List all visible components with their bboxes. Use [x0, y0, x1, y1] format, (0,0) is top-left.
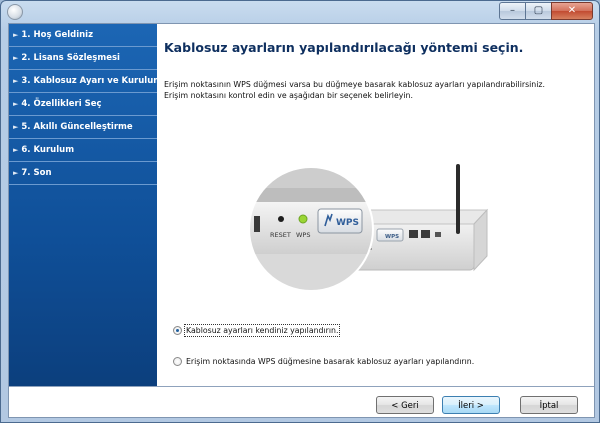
- sidebar-item-smart-update: ► 5. Akıllı Güncelleştirme: [9, 116, 157, 139]
- sidebar-item-wireless-setup: ► 3. Kablosuz Ayarı ve Kurulumu: [9, 70, 168, 93]
- next-button[interactable]: İleri >: [442, 396, 500, 414]
- option-wps-setup[interactable]: Erişim noktasında WPS düğmesine basarak …: [173, 357, 474, 366]
- main-panel: Kablosuz ayarların yapılandırılacağı yön…: [157, 24, 594, 386]
- arrow-icon: ►: [13, 169, 19, 177]
- cancel-button[interactable]: İptal: [520, 396, 578, 414]
- sidebar-item-label: 6. Kurulum: [21, 145, 75, 155]
- sidebar-item-select-features: ► 4. Özellikleri Seç: [9, 93, 157, 116]
- sidebar-item-label: 2. Lisans Sözleşmesi: [21, 53, 120, 63]
- option-manual-setup[interactable]: Kablosuz ayarları kendiniz yapılandırın.: [173, 324, 341, 337]
- sidebar-item-install: ► 6. Kurulum: [9, 139, 157, 162]
- sidebar-item-label: 3. Kablosuz Ayarı ve Kurulumu: [21, 76, 169, 86]
- sidebar-item-label: 7. Son: [21, 168, 52, 178]
- sidebar-item-label: 4. Özellikleri Seç: [21, 99, 102, 109]
- sidebar-item-label: 5. Akıllı Güncelleştirme: [21, 122, 133, 132]
- installer-window: – ▢ ✕ ► 1. Hoş Geldiniz ► 2. Lisans Sözleş…: [0, 0, 600, 423]
- wps-button-label: WPS: [336, 218, 359, 228]
- radio-manual-setup[interactable]: [173, 326, 182, 335]
- back-button[interactable]: < Geri: [376, 396, 434, 414]
- router-antenna: [456, 164, 460, 234]
- wps-router-illustration: WPS WPS RESET WPS: [249, 164, 489, 292]
- arrow-icon: ►: [13, 100, 19, 108]
- steps-sidebar: ► 1. Hoş Geldiniz ► 2. Lisans Sözleşmesi ►…: [9, 24, 168, 386]
- arrow-icon: ►: [13, 146, 19, 154]
- description-line-2: Erişim noktasını kontrol edin ve aşağıda…: [164, 91, 413, 100]
- sidebar-item-license: ► 2. Lisans Sözleşmesi: [9, 47, 157, 70]
- button-bar: < Geri İleri > İptal: [9, 387, 594, 417]
- reset-label: RESET: [270, 231, 291, 239]
- sidebar-item-welcome: ► 1. Hoş Geldiniz: [9, 24, 157, 47]
- arrow-icon: ►: [13, 54, 19, 62]
- maximize-button[interactable]: ▢: [525, 2, 551, 20]
- page-title: Kablosuz ayarların yapılandırılacağı yön…: [164, 40, 524, 55]
- window-controls: – ▢ ✕: [499, 2, 593, 20]
- option-manual-setup-label: Kablosuz ayarları kendiniz yapılandırın.: [183, 324, 341, 337]
- wps-led-label: WPS: [296, 231, 310, 239]
- arrow-icon: ►: [13, 31, 19, 39]
- close-button[interactable]: ✕: [551, 2, 593, 20]
- description: Erişim noktasının WPS düğmesi varsa bu d…: [164, 79, 589, 101]
- sidebar-item-label: 1. Hoş Geldiniz: [21, 30, 94, 40]
- app-icon: [7, 4, 23, 20]
- title-bar[interactable]: – ▢ ✕: [1, 1, 599, 21]
- arrow-icon: ►: [13, 123, 19, 131]
- minimize-button[interactable]: –: [499, 2, 525, 20]
- router-wps-button-label: WPS: [385, 234, 399, 240]
- description-line-1: Erişim noktasının WPS düğmesi varsa bu d…: [164, 80, 545, 89]
- arrow-icon: ►: [13, 77, 19, 85]
- installer-content: ► 1. Hoş Geldiniz ► 2. Lisans Sözleşmesi ►…: [8, 23, 595, 418]
- option-wps-setup-label: Erişim noktasında WPS düğmesine basarak …: [186, 357, 475, 366]
- radio-wps-setup[interactable]: [173, 357, 182, 366]
- sidebar-item-finish: ► 7. Son: [9, 162, 157, 185]
